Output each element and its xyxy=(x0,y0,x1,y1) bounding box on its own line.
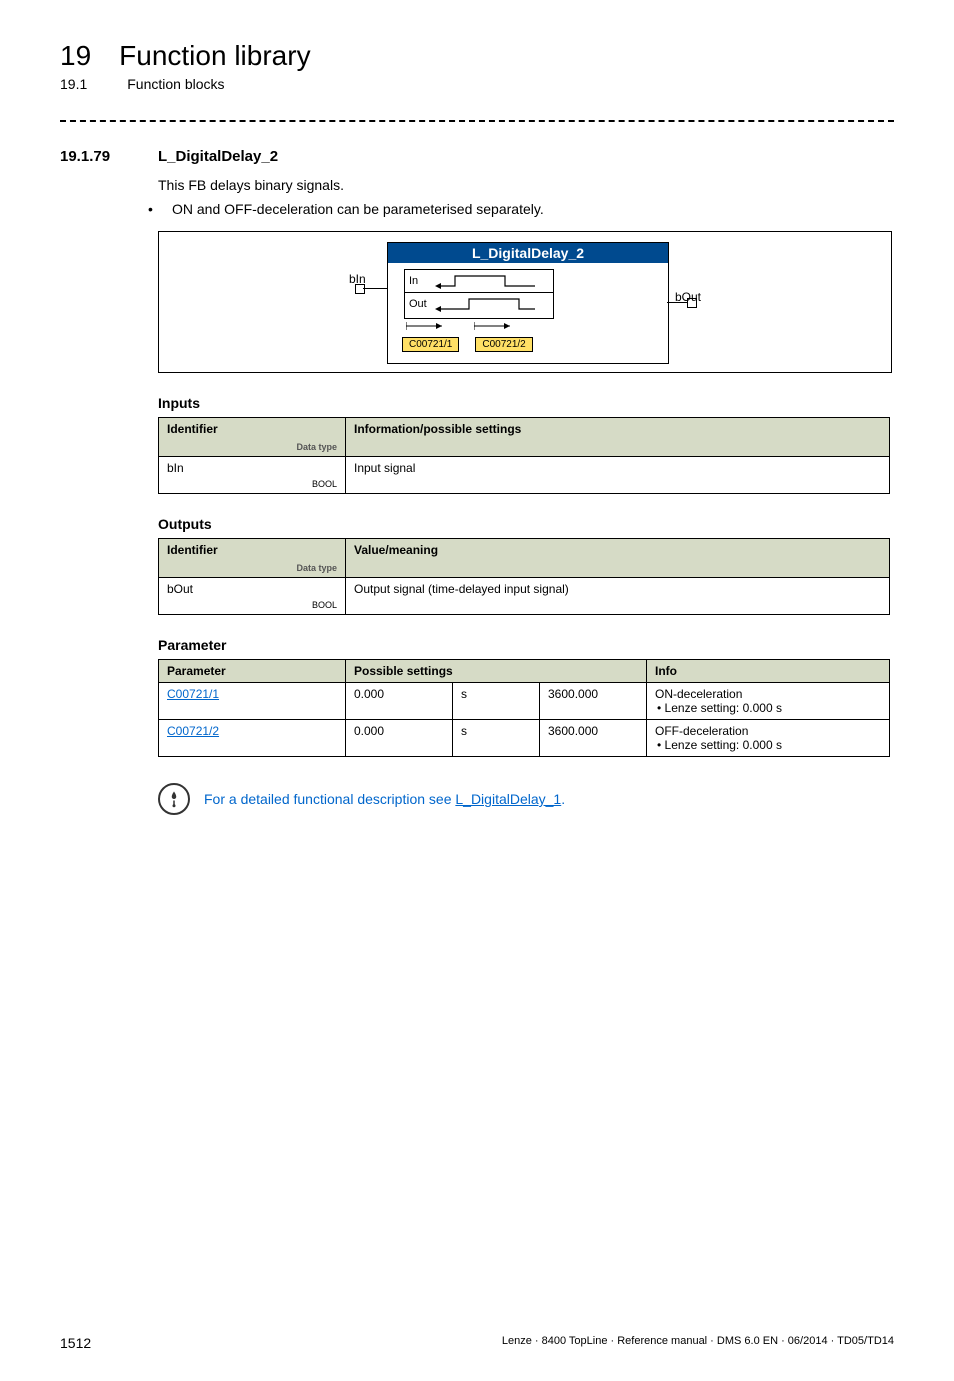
footer-doc-info: Lenze · 8400 TopLine · Reference manual … xyxy=(502,1335,894,1351)
table-header-row: Parameter Possible settings Info xyxy=(159,660,890,683)
cell-max: 3600.000 xyxy=(540,683,647,720)
chapter-title: Function library xyxy=(119,40,310,72)
col-info: Value/meaning xyxy=(346,539,890,578)
port-label-bout: bOut xyxy=(675,290,701,304)
table-header-row: Identifier Data type Value/meaning xyxy=(159,539,890,578)
outputs-heading: Outputs xyxy=(158,516,894,532)
col-identifier: Identifier Data type xyxy=(159,539,346,578)
parameter-heading: Parameter xyxy=(158,637,894,653)
section-description: This FB delays binary signals. xyxy=(158,177,894,193)
arrow-right-icon xyxy=(474,321,514,334)
section-bullet: •ON and OFF-deceleration can be paramete… xyxy=(158,201,894,217)
function-block-inner: In Out xyxy=(388,263,668,361)
parameter-table: Parameter Possible settings Info C00721/… xyxy=(158,659,890,757)
section-title: L_DigitalDelay_2 xyxy=(158,148,278,165)
cell-info: ON-deceleration • Lenze setting: 0.000 s xyxy=(647,683,890,720)
cell-min: 0.000 xyxy=(346,720,453,757)
cell-param: C00721/2 xyxy=(159,720,346,757)
col-parameter: Parameter xyxy=(159,660,346,683)
timing-label-out: Out xyxy=(409,298,435,310)
cell-info: Input signal xyxy=(346,457,890,494)
function-block-diagram: bIn L_DigitalDelay_2 In Out xyxy=(158,231,892,373)
info-text: OFF-deceleration xyxy=(655,724,748,738)
timing-label-in: In xyxy=(409,275,435,287)
function-block-box: L_DigitalDelay_2 In Out xyxy=(387,242,669,364)
delay-arrows xyxy=(406,321,514,334)
cell-param: C00721/1 xyxy=(159,683,346,720)
bullet-icon: • xyxy=(160,201,172,217)
cell-unit: s xyxy=(453,683,540,720)
outputs-table: Identifier Data type Value/meaning bOut … xyxy=(158,538,890,615)
col-identifier-label: Identifier xyxy=(167,543,218,557)
wave-in-icon xyxy=(435,270,553,292)
timing-row-out: Out xyxy=(405,293,553,315)
code-chips: C00721/1 C00721/2 xyxy=(402,337,533,352)
info-icon xyxy=(158,783,190,815)
table-row: C00721/1 0.000 s 3600.000 ON-deceleratio… xyxy=(159,683,890,720)
port-stub-left xyxy=(363,288,387,289)
page-header: 19 Function library xyxy=(60,40,894,72)
info-sub-text: Lenze setting: 0.000 s xyxy=(665,738,782,752)
section-heading: 19.1.79 L_DigitalDelay_2 xyxy=(60,148,894,165)
function-block-title: L_DigitalDelay_2 xyxy=(388,243,668,263)
info-note: For a detailed functional description se… xyxy=(158,783,894,815)
note-suffix: . xyxy=(561,791,565,807)
cell-min: 0.000 xyxy=(346,683,453,720)
inputs-heading: Inputs xyxy=(158,395,894,411)
table-row: bOut BOOL Output signal (time-delayed in… xyxy=(159,578,890,615)
code-chip-2: C00721/2 xyxy=(475,337,532,352)
col-identifier: Identifier Data type xyxy=(159,418,346,457)
chapter-number: 19 xyxy=(60,40,91,72)
param-link[interactable]: C00721/1 xyxy=(167,687,219,701)
inputs-table: Identifier Data type Information/possibl… xyxy=(158,417,890,494)
identifier-value: bOut xyxy=(167,582,193,596)
identifier-type: BOOL xyxy=(167,600,337,610)
col-possible-settings: Possible settings xyxy=(346,660,647,683)
cell-info: Output signal (time-delayed input signal… xyxy=(346,578,890,615)
param-link[interactable]: C00721/2 xyxy=(167,724,219,738)
page-subheader: 19.1 Function blocks xyxy=(60,76,894,92)
table-row: bIn BOOL Input signal xyxy=(159,457,890,494)
port-invert-left xyxy=(355,284,365,294)
identifier-type: BOOL xyxy=(167,479,337,489)
info-sub: • Lenze setting: 0.000 s xyxy=(655,738,881,752)
info-text: ON-deceleration xyxy=(655,687,742,701)
note-text: For a detailed functional description se… xyxy=(204,791,565,807)
table-header-row: Identifier Data type Information/possibl… xyxy=(159,418,890,457)
col-info: Info xyxy=(647,660,890,683)
note-link[interactable]: L_DigitalDelay_1 xyxy=(455,791,561,807)
wave-out-icon xyxy=(435,293,553,315)
subchapter-number: 19.1 xyxy=(60,76,87,92)
page-number: 1512 xyxy=(60,1335,91,1351)
divider xyxy=(60,120,894,122)
note-prefix: For a detailed functional description se… xyxy=(204,791,455,807)
identifier-value: bIn xyxy=(167,461,184,475)
code-chip-1: C00721/1 xyxy=(402,337,459,352)
arrow-left-icon xyxy=(406,321,446,334)
section-number: 19.1.79 xyxy=(60,148,130,165)
info-sub-text: Lenze setting: 0.000 s xyxy=(665,701,782,715)
info-sub: • Lenze setting: 0.000 s xyxy=(655,701,881,715)
datatype-label: Data type xyxy=(167,442,337,452)
datatype-label: Data type xyxy=(167,563,337,573)
table-row: C00721/2 0.000 s 3600.000 OFF-decelerati… xyxy=(159,720,890,757)
timing-row-in: In xyxy=(405,270,553,293)
cell-identifier: bOut BOOL xyxy=(159,578,346,615)
cell-info: OFF-deceleration • Lenze setting: 0.000 … xyxy=(647,720,890,757)
cell-max: 3600.000 xyxy=(540,720,647,757)
col-identifier-label: Identifier xyxy=(167,422,218,436)
cell-identifier: bIn BOOL xyxy=(159,457,346,494)
cell-unit: s xyxy=(453,720,540,757)
page-footer: 1512 Lenze · 8400 TopLine · Reference ma… xyxy=(60,1335,894,1351)
subchapter-title: Function blocks xyxy=(127,76,224,92)
bullet-text: ON and OFF-deceleration can be parameter… xyxy=(172,201,544,217)
timing-diagram-box: In Out xyxy=(404,269,554,319)
col-info: Information/possible settings xyxy=(346,418,890,457)
